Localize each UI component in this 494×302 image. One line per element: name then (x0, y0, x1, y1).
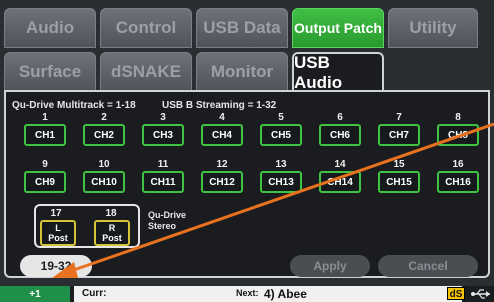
tab-monitor[interactable]: Monitor (196, 52, 288, 92)
channel-number: 15 (393, 159, 405, 170)
sub-tab-row: Surface dSNAKE Monitor USB Audio (4, 52, 384, 92)
channel-number: 11 (157, 159, 169, 170)
top-tab-row: Audio Control USB Data Output Patch Util… (4, 8, 478, 48)
dsnake-badge: dS (447, 287, 465, 300)
channel-button[interactable]: CH4 (201, 124, 243, 146)
channel-button[interactable]: CH13 (260, 171, 302, 193)
stereo-right-button[interactable]: R Post (94, 220, 130, 246)
channel-number: 7 (396, 112, 402, 123)
stereo-label-line1: Qu-Drive (148, 210, 187, 220)
stereo-right-line1: R (108, 223, 116, 233)
channel-number: 16 (452, 159, 464, 170)
channel-number: 3 (160, 112, 166, 123)
tab-surface[interactable]: Surface (4, 52, 96, 92)
channel-number: 17 (50, 208, 62, 219)
channel-button[interactable]: CH7 (378, 124, 420, 146)
channel-number: 18 (105, 208, 117, 219)
channel-button[interactable]: CH5 (260, 124, 302, 146)
channel-button[interactable]: CH10 (83, 171, 125, 193)
channel-number: 10 (98, 159, 110, 170)
channel-button[interactable]: CH11 (142, 171, 184, 193)
channel-button[interactable]: CH3 (142, 124, 184, 146)
cancel-button[interactable]: Cancel (378, 255, 478, 277)
streaming-label: USB B Streaming = 1-32 (162, 100, 277, 111)
channel-number: 5 (278, 112, 284, 123)
channel-button[interactable]: CH9 (24, 171, 66, 193)
tab-control[interactable]: Control (100, 8, 192, 48)
channel-number: 8 (455, 112, 461, 123)
stereo-group-box: 17 L Post 18 R Post (34, 204, 140, 248)
stereo-left-line2: Post (48, 233, 68, 243)
channel-number: 14 (334, 159, 346, 170)
stereo-right-line2: Post (102, 233, 122, 243)
channel-number: 2 (101, 112, 107, 123)
page-19-32-button[interactable]: 19-32 (20, 255, 92, 277)
channel-button[interactable]: CH2 (83, 124, 125, 146)
tab-usb-data[interactable]: USB Data (196, 8, 288, 48)
tab-audio[interactable]: Audio (4, 8, 96, 48)
channel-number: 13 (275, 159, 287, 170)
channel-button[interactable]: CH16 (437, 171, 479, 193)
multitrack-label: Qu-Drive Multitrack = 1-18 (12, 100, 136, 111)
channel-button[interactable]: CH8 (437, 124, 479, 146)
scene-increment-button[interactable]: +1 (0, 286, 70, 302)
channel-number: 1 (42, 112, 48, 123)
channel-number: 6 (337, 112, 343, 123)
channel-button[interactable]: CH6 (319, 124, 361, 146)
usb-audio-panel: Qu-Drive Multitrack = 1-18 USB B Streami… (4, 90, 490, 278)
stereo-label: Qu-Drive Stereo (148, 210, 186, 232)
tab-utility[interactable]: Utility (388, 8, 478, 48)
channel-number: 12 (216, 159, 228, 170)
channel-button[interactable]: CH15 (378, 171, 420, 193)
channel-button[interactable]: CH12 (201, 171, 243, 193)
scene-info-box: Curr: Next: 4) Abee (74, 286, 462, 302)
current-scene-label: Curr: (82, 288, 107, 299)
status-bar: +1 Curr: Next: 4) Abee dS (0, 286, 494, 302)
next-scene-value: 4) Abee (264, 287, 307, 301)
channel-number: 9 (42, 159, 48, 170)
tab-dsnake[interactable]: dSNAKE (100, 52, 192, 92)
tab-output-patch[interactable]: Output Patch (292, 8, 384, 48)
channel-button[interactable]: CH1 (24, 124, 66, 146)
apply-button[interactable]: Apply (290, 255, 370, 277)
next-scene-label: Next: (236, 288, 259, 298)
channel-number: 4 (219, 112, 225, 123)
tab-usb-audio[interactable]: USB Audio (292, 52, 384, 92)
usb-icon (471, 289, 490, 299)
stereo-label-line2: Stereo (148, 221, 177, 231)
stereo-left-button[interactable]: L Post (40, 220, 76, 246)
channel-button[interactable]: CH14 (319, 171, 361, 193)
stereo-left-line1: L (55, 223, 61, 233)
